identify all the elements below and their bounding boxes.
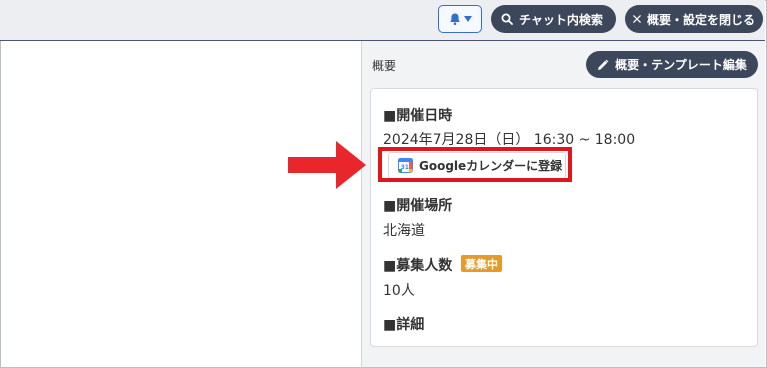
details-heading: ■詳細 (383, 317, 425, 333)
section-label: 概要 (372, 59, 397, 73)
capacity-value: 10人 (383, 283, 415, 299)
caret-down-icon (464, 16, 472, 22)
chat-search-label: チャット内検索 (519, 12, 603, 27)
datetime-heading: ■開催日時 (383, 108, 453, 124)
location-value: 北海道 (383, 223, 425, 239)
edit-template-button[interactable]: 概要・テンプレート編集 (586, 51, 758, 78)
close-overview-label: 概要・設定を閉じる (646, 12, 755, 27)
highlight-box (378, 147, 572, 182)
edit-template-label: 概要・テンプレート編集 (615, 58, 747, 72)
red-arrow-annotation (288, 141, 366, 189)
capacity-heading: ■募集人数 (383, 258, 453, 274)
close-overview-button[interactable]: 概要・設定を閉じる (625, 5, 763, 33)
overview-card (370, 88, 758, 347)
top-toolbar: チャット内検索 概要・設定を閉じる (0, 0, 765, 41)
pencil-icon (598, 59, 609, 70)
datetime-value: 2024年7月28日（日） 16:30 ~ 18:00 (383, 132, 636, 148)
close-icon (633, 15, 641, 23)
bell-icon (450, 13, 460, 25)
location-heading: ■開催場所 (383, 198, 453, 214)
notification-button[interactable] (438, 5, 482, 33)
recruiting-badge: 募集中 (461, 255, 502, 272)
chat-search-button[interactable]: チャット内検索 (491, 5, 616, 33)
search-icon (501, 13, 513, 25)
